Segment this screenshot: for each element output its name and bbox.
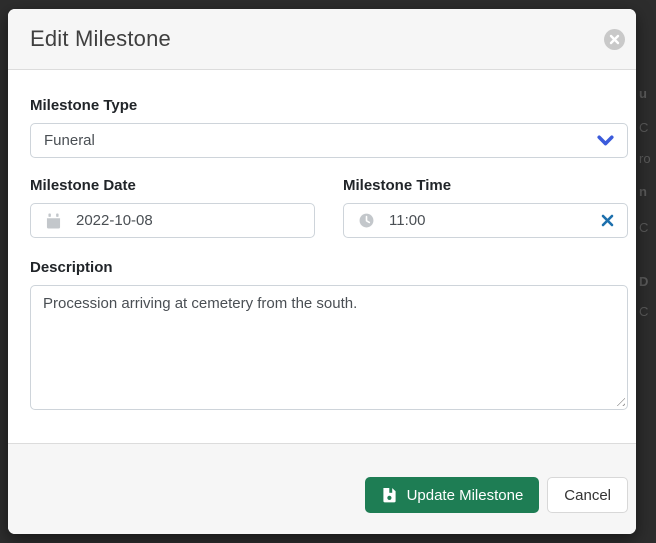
dimmed-page-text: D — [639, 274, 648, 289]
clear-time-button[interactable] — [600, 213, 615, 228]
date-time-row: Milestone Date Milestone Time — [30, 177, 628, 238]
modal-footer: Update Milestone Cancel — [8, 443, 636, 534]
milestone-type-value: Funeral — [44, 132, 95, 149]
dimmed-page-text: C — [639, 220, 648, 235]
description-label: Description — [30, 259, 628, 276]
close-icon — [604, 29, 625, 50]
update-milestone-button[interactable]: Update Milestone — [365, 477, 540, 513]
milestone-time-input[interactable] — [389, 212, 600, 229]
milestone-date-label: Milestone Date — [30, 177, 315, 194]
modal-header: Edit Milestone — [8, 9, 636, 70]
milestone-time-field — [343, 203, 628, 238]
clock-icon — [359, 213, 374, 228]
dimmed-page-text: C — [639, 120, 648, 135]
milestone-date-input[interactable] — [76, 212, 302, 229]
close-button[interactable] — [604, 29, 625, 50]
milestone-time-label: Milestone Time — [343, 177, 628, 194]
edit-milestone-modal: Edit Milestone Milestone Type Funeral Mi… — [8, 9, 636, 534]
description-section: Description Procession arriving at cemet… — [30, 259, 628, 410]
save-icon — [381, 487, 397, 503]
modal-body: Milestone Type Funeral Milestone Date — [8, 70, 636, 443]
cancel-label: Cancel — [564, 487, 611, 504]
milestone-type-label: Milestone Type — [30, 97, 628, 114]
dimmed-page-text: C — [639, 304, 648, 319]
cancel-button[interactable]: Cancel — [547, 477, 628, 513]
modal-title: Edit Milestone — [30, 26, 171, 52]
clear-x-icon — [600, 213, 615, 228]
update-milestone-label: Update Milestone — [407, 487, 524, 504]
time-column: Milestone Time — [343, 177, 628, 238]
chevron-down-icon — [596, 131, 615, 150]
milestone-type-select[interactable]: Funeral — [30, 123, 628, 158]
date-column: Milestone Date — [30, 177, 315, 238]
description-textarea[interactable]: Procession arriving at cemetery from the… — [30, 285, 628, 410]
dimmed-page-text: n — [639, 184, 647, 199]
dimmed-page-text: ro — [639, 151, 651, 166]
milestone-date-field — [30, 203, 315, 238]
dimmed-page-text: u — [639, 86, 647, 101]
calendar-icon — [46, 213, 61, 229]
